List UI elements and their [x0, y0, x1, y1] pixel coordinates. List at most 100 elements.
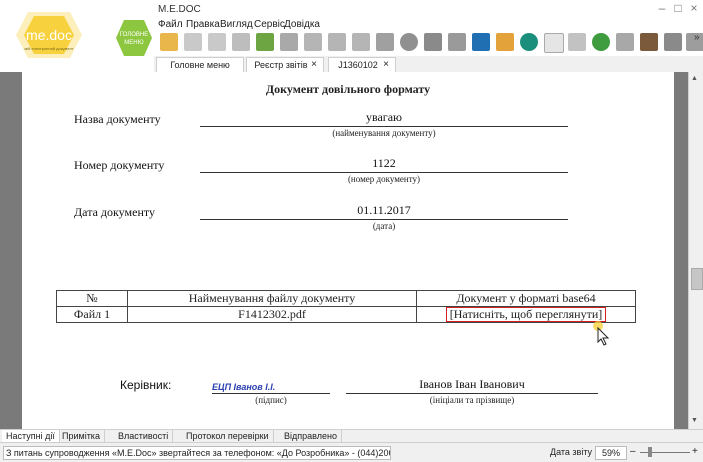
date-underline — [200, 219, 568, 220]
document-page: Документ довільного формату Назва докуме… — [22, 72, 674, 429]
btab-sent[interactable]: Відправлено — [280, 430, 342, 442]
zoom-in-icon[interactable]: + — [692, 446, 698, 457]
btab-note[interactable]: Примітка — [58, 430, 105, 442]
maximize-icon[interactable]: □ — [671, 1, 685, 15]
send-icon[interactable] — [520, 33, 538, 51]
logo-tagline: мій електронний документ — [24, 46, 73, 51]
delete-icon[interactable] — [232, 33, 250, 51]
attach-icon[interactable] — [640, 33, 658, 51]
minimize-icon[interactable]: – — [655, 1, 669, 15]
tab-close-icon[interactable]: × — [311, 58, 317, 72]
view-file-link[interactable]: [Натисніть, щоб переглянути] — [445, 307, 607, 322]
home-menu-button[interactable]: ГОЛОВНЕ МЕНЮ — [112, 16, 156, 60]
btab-properties[interactable]: Властивості — [114, 430, 174, 442]
row-number: Файл 1 — [56, 306, 128, 323]
date-label: Дата документу — [74, 205, 155, 219]
tab-document[interactable]: J1360102 × — [328, 57, 396, 72]
menu-service[interactable]: Сервіс — [254, 19, 285, 30]
signer-caption: (ініціали та прізвище) — [429, 395, 515, 405]
package-icon[interactable] — [496, 33, 514, 51]
export-icon[interactable] — [280, 33, 298, 51]
print-icon[interactable] — [472, 33, 490, 51]
menu-file[interactable]: Файл — [158, 19, 183, 30]
scroll-up-icon[interactable]: ▲ — [691, 75, 698, 82]
tab-document-label: J1360102 — [338, 60, 378, 70]
zoom-level[interactable]: 59% — [595, 446, 627, 460]
left-gutter — [0, 72, 22, 429]
row-filename: F1412302.pdf — [127, 306, 417, 323]
name-value[interactable]: увагаю — [200, 110, 568, 125]
close-icon[interactable]: × — [687, 1, 701, 15]
table-header-row: № Найменування файлу документу Документ … — [56, 290, 636, 307]
header-filename: Найменування файлу документу — [127, 290, 417, 307]
files-table: № Найменування файлу документу Документ … — [56, 290, 636, 323]
open-icon[interactable] — [184, 33, 202, 51]
table-row: Файл 1 F1412302.pdf [Натисніть, щоб пере… — [56, 306, 636, 323]
tab-registry-label: Реєстр звітів — [254, 60, 308, 70]
number-value[interactable]: 1122 — [200, 156, 568, 171]
zoom-slider-thumb[interactable] — [648, 447, 652, 457]
vertical-scrollbar[interactable]: ▲ ▼ — [688, 72, 703, 429]
signer-underline — [346, 393, 598, 394]
signature-stamp: ЕЦП Іванов І.І. — [212, 382, 276, 392]
logo-hex-icon: me.doc мій електронний документ — [16, 12, 82, 58]
preview-icon[interactable] — [448, 33, 466, 51]
report-date-label: Дата звіту — [550, 447, 593, 457]
document-heading: Документ довільного формату — [265, 82, 431, 96]
sign-icon[interactable] — [376, 33, 394, 51]
menu-edit[interactable]: Правка — [186, 19, 220, 30]
status-bar: З питань супроводження «M.E.Doc» звертай… — [0, 442, 703, 462]
table-icon[interactable] — [616, 33, 634, 51]
cert-icon[interactable] — [664, 33, 682, 51]
scroll-thumb[interactable] — [691, 268, 703, 290]
tab-home[interactable]: Головне меню — [156, 57, 244, 72]
cursor-hand-icon — [593, 321, 610, 346]
sync-icon[interactable] — [592, 33, 610, 51]
tab-bar: Головне меню Реєстр звітів × J1360102 × — [154, 56, 703, 73]
archive-icon[interactable] — [424, 33, 442, 51]
tab-close-icon[interactable]: × — [383, 58, 389, 72]
header-base64: Документ у форматі base64 — [416, 290, 636, 307]
btab-next-actions[interactable]: Наступні дії — [2, 430, 60, 442]
signer-label: Керівник: — [120, 378, 172, 392]
zoom-icon[interactable] — [544, 33, 564, 53]
header-number: № — [56, 290, 128, 307]
date-caption: (дата) — [372, 221, 396, 231]
home-badge-line1: ГОЛОВНЕ — [120, 32, 148, 38]
name-label: Назва документу — [74, 112, 161, 126]
home-badge-line2: МЕНЮ — [124, 40, 143, 46]
number-caption: (номер документу) — [347, 174, 421, 184]
zoom-out-icon[interactable]: – — [630, 446, 636, 457]
number-underline — [200, 172, 568, 173]
copy-icon[interactable] — [208, 33, 226, 51]
import-icon[interactable] — [256, 33, 274, 51]
right-gutter — [674, 72, 688, 429]
menu-view[interactable]: Вигляд — [220, 19, 253, 30]
medoc-logo: me.doc мій електронний документ — [0, 0, 100, 70]
toolbar — [154, 31, 703, 57]
name-caption: (найменування документу) — [332, 128, 436, 138]
btab-check-log[interactable]: Протокол перевірки — [182, 430, 274, 442]
logo-text: me.doc — [26, 27, 72, 43]
refresh-icon[interactable] — [400, 33, 418, 51]
bottom-tab-bar: Наступні дії Примітка Властивості Проток… — [0, 429, 703, 443]
name-underline — [200, 126, 568, 127]
number-label: Номер документу — [74, 158, 165, 172]
new-document-icon[interactable] — [160, 33, 178, 51]
scroll-down-icon[interactable]: ▼ — [691, 417, 698, 424]
search-doc-icon[interactable] — [328, 33, 346, 51]
menu-bar: Файл Правка Вигляд Сервіс Довідка — [154, 18, 703, 32]
tab-registry[interactable]: Реєстр звітів × — [246, 57, 324, 72]
toolbar-more-icon[interactable]: » — [694, 32, 700, 43]
date-value[interactable]: 01.11.2017 — [200, 203, 568, 218]
app-title: M.E.DOC — [158, 4, 201, 15]
signer-name[interactable]: Іванов Іван Іванович — [346, 377, 598, 392]
status-message: З питань супроводження «M.E.Doc» звертай… — [3, 446, 391, 460]
signature-underline — [212, 393, 330, 394]
title-bar: M.E.DOC – □ × — [154, 0, 703, 18]
add-row-icon[interactable] — [304, 33, 322, 51]
check-icon[interactable] — [568, 33, 586, 51]
menu-help[interactable]: Довідка — [284, 19, 320, 30]
signature-caption: (підпис) — [255, 395, 287, 405]
remove-row-icon[interactable] — [352, 33, 370, 51]
